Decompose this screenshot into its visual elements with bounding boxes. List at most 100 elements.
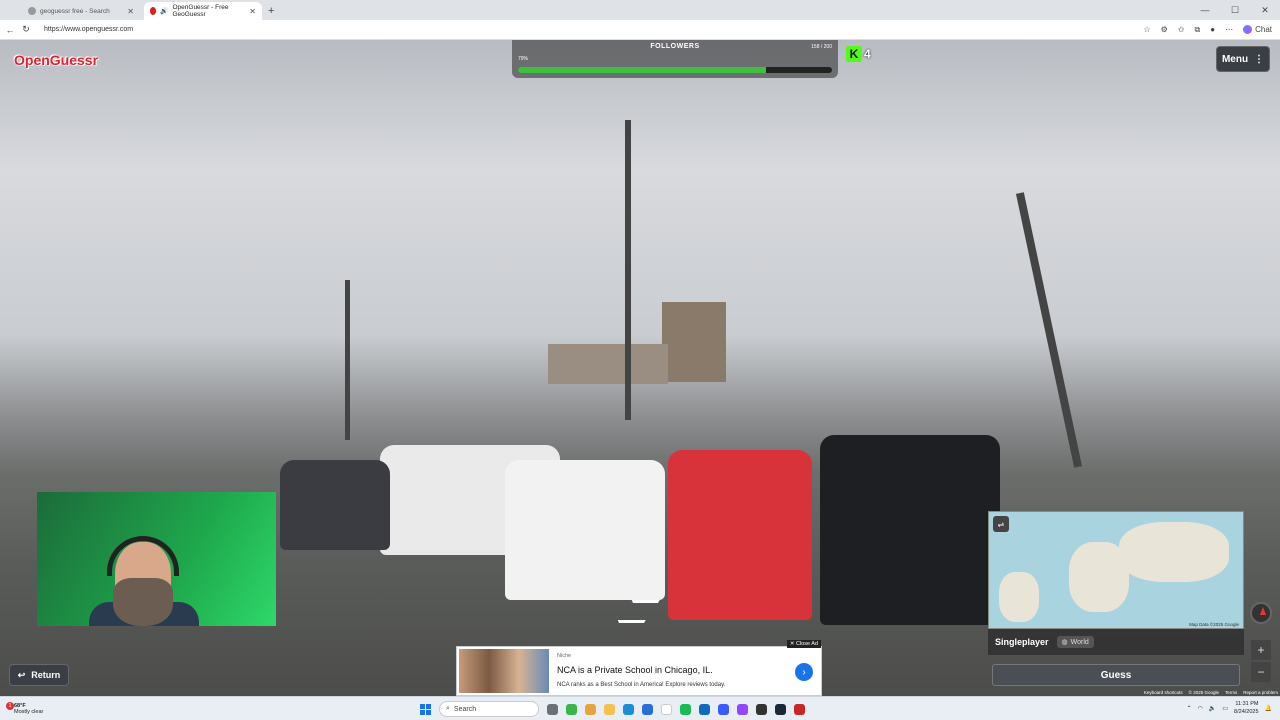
return-button[interactable]: ↩ Return — [9, 664, 69, 686]
profile-avatar-icon[interactable]: ● — [1210, 25, 1215, 34]
browser-tab-strip: geoguessr free - Search ✕ 🔊 OpenGuessr -… — [0, 0, 1280, 20]
ad-source: Niche — [557, 653, 572, 659]
streamer-webcam-overlay — [37, 492, 276, 626]
menu-label: Menu — [1221, 53, 1249, 65]
street-view-panorama[interactable]: OpenGuessr FOLLOWERS 79% 158 / 200 K 4 M… — [0, 40, 1280, 696]
kebab-menu-icon: ⋮ — [1254, 53, 1265, 65]
back-icon[interactable]: ← — [4, 25, 16, 35]
mode-label: Singleplayer — [995, 637, 1049, 647]
parked-car — [505, 460, 665, 600]
notepad-icon[interactable] — [661, 703, 672, 715]
close-ad-button[interactable]: ✕ Close Ad — [786, 640, 821, 648]
tab-openguessr[interactable]: 🔊 OpenGuessr - Free GeoGuessr ✕ — [144, 2, 262, 20]
weather-widget[interactable]: 1 68°F Mostly clear — [6, 701, 44, 715]
windows-start-icon[interactable] — [420, 703, 431, 715]
map-landmass — [999, 572, 1039, 622]
viewer-count: 4 — [864, 47, 871, 61]
maximize-icon[interactable]: ☐ — [1220, 5, 1250, 16]
return-label: Return — [31, 670, 61, 680]
move-back-arrow-icon[interactable] — [614, 620, 646, 626]
speaker-icon[interactable]: 🔊 — [160, 7, 168, 15]
window-controls: — ☐ ✕ — [1190, 0, 1280, 20]
keyboard-shortcuts-link[interactable]: Keyboard shortcuts — [1144, 690, 1183, 695]
app-icon[interactable] — [737, 703, 748, 715]
tree-trunk — [345, 280, 350, 440]
app-icon[interactable] — [794, 703, 805, 715]
notifications-icon[interactable]: 🔔 — [1265, 705, 1272, 712]
outlook-icon[interactable] — [699, 703, 710, 715]
copyright-text: © 2025 Google — [1188, 690, 1219, 695]
advertisement-banner[interactable]: ✕ Close Ad Niche NCA is a Private School… — [456, 640, 822, 696]
map-settings-icon[interactable]: ⇌ — [993, 516, 1009, 532]
map-attribution: Map Data ©2025 Google — [1189, 622, 1239, 627]
chevron-up-icon[interactable]: ⌃ — [1187, 705, 1192, 712]
clock-time: 11:31 PM — [1235, 701, 1259, 707]
tab-label: OpenGuessr - Free GeoGuessr — [172, 4, 229, 18]
edge-icon[interactable] — [623, 703, 634, 715]
address-input[interactable]: https://www.openguessr.com — [44, 23, 1124, 37]
followers-label: FOLLOWERS — [650, 43, 700, 50]
guess-button[interactable]: Guess — [992, 664, 1240, 686]
weather-desc: Mostly clear — [14, 708, 44, 715]
collections-icon[interactable]: ✩ — [1178, 25, 1185, 34]
clock[interactable]: 11:31 PM 8/24/2025 — [1234, 700, 1258, 716]
copilot-chat-button[interactable]: Chat — [1243, 25, 1272, 34]
game-mode-bar: Singleplayer ◍ World — [988, 629, 1244, 655]
tab-search[interactable]: geoguessr free - Search ✕ — [22, 2, 140, 20]
app-icon[interactable] — [718, 703, 729, 715]
search-favicon-icon — [28, 7, 36, 15]
extensions-icon[interactable]: ⚙ — [1161, 25, 1168, 34]
zoom-in-button[interactable]: + — [1251, 640, 1271, 660]
followers-progress-fill — [518, 67, 767, 73]
tree-trunk — [1015, 192, 1083, 468]
guess-map[interactable]: ⇌ Map Data ©2025 Google — [988, 511, 1244, 629]
report-problem-link[interactable]: Report a problem — [1243, 690, 1278, 695]
compass-icon[interactable] — [1250, 602, 1272, 624]
ad-subline: NCA ranks as a Best School in America! E… — [557, 682, 726, 688]
app-icon[interactable] — [642, 703, 653, 715]
taskbar-search-input[interactable]: ⌕ Search — [439, 701, 539, 717]
map-landmass — [1119, 522, 1229, 582]
search-icon: ⌕ — [446, 705, 450, 712]
favorite-star-icon[interactable]: ☆ — [1143, 25, 1150, 34]
app-icon[interactable] — [566, 703, 577, 715]
parked-car — [280, 460, 390, 550]
close-window-icon[interactable]: ✕ — [1250, 5, 1280, 16]
wifi-icon[interactable]: ◠ — [1198, 705, 1203, 712]
webcam-person-beard — [113, 578, 173, 626]
volume-icon[interactable]: 🔈 — [1209, 705, 1216, 712]
terminal-icon[interactable] — [756, 703, 767, 715]
system-tray: ⌃ ◠ 🔈 ▭ 11:31 PM 8/24/2025 🔔 — [1187, 700, 1272, 716]
close-tab-icon[interactable]: ✕ — [127, 7, 134, 16]
refresh-icon[interactable]: ↻ — [20, 24, 32, 35]
menu-button[interactable]: Menu ⋮ — [1216, 46, 1270, 72]
parked-car — [820, 435, 1000, 625]
openguessr-logo[interactable]: OpenGuessr — [14, 52, 98, 68]
zoom-out-button[interactable]: − — [1251, 662, 1271, 682]
spotify-icon[interactable] — [680, 703, 691, 715]
parked-car — [668, 450, 812, 620]
tree-trunk — [625, 120, 631, 420]
headphones-icon — [107, 536, 179, 576]
map-footer-links: Keyboard shortcuts © 2025 Google Terms R… — [1144, 690, 1278, 695]
ad-chevron-right-icon[interactable]: › — [795, 663, 813, 681]
followers-count: 158 / 200 — [811, 44, 832, 50]
minimize-icon[interactable]: — — [1190, 5, 1220, 15]
followers-percent: 79% — [518, 56, 529, 62]
more-options-icon[interactable]: ⋯ — [1225, 25, 1233, 34]
move-forward-arrow-icon[interactable] — [628, 600, 660, 606]
kick-logo-icon: K — [846, 46, 862, 62]
task-view-icon[interactable] — [547, 703, 558, 715]
return-arrow-icon: ↩ — [17, 669, 26, 680]
region-badge[interactable]: ◍ World — [1056, 636, 1094, 648]
file-explorer-icon[interactable] — [604, 703, 615, 715]
battery-icon[interactable]: ▭ — [1222, 705, 1228, 712]
terms-link[interactable]: Terms — [1225, 690, 1237, 695]
tab-actions-icon[interactable]: ⧉ — [1195, 25, 1201, 35]
ad-headline[interactable]: NCA is a Private School in Chicago, IL. — [557, 665, 713, 675]
close-tab-icon[interactable]: ✕ — [249, 7, 256, 16]
kick-viewer-count: K 4 — [846, 46, 871, 62]
steam-icon[interactable] — [775, 703, 786, 715]
new-tab-button[interactable]: + — [268, 5, 274, 17]
app-icon[interactable] — [585, 703, 596, 715]
